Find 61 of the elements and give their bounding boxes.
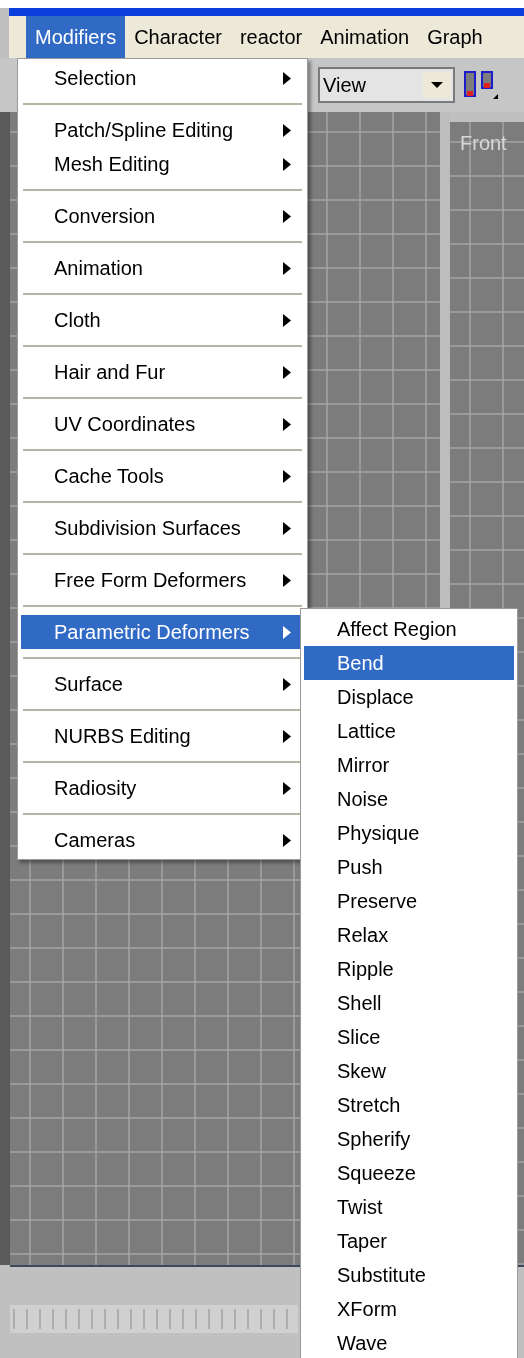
menu-item[interactable]: Cameras: [21, 823, 304, 857]
submenu-arrow-icon: [283, 469, 291, 483]
menu-bar-item[interactable]: Modifiers: [26, 16, 126, 58]
submenu-arrow-icon: [283, 71, 291, 85]
view-dropdown[interactable]: View: [318, 67, 455, 103]
submenu-item[interactable]: Preserve: [304, 884, 514, 918]
submenu-item[interactable]: Slice: [304, 1020, 514, 1054]
submenu-arrow-icon: [283, 417, 291, 431]
viewport-label: Front: [460, 131, 507, 156]
menu-item[interactable]: Subdivision Surfaces: [21, 511, 304, 545]
submenu-arrow-icon: [283, 781, 291, 795]
menu-item[interactable]: Animation: [21, 251, 304, 285]
submenu-item[interactable]: Stretch: [304, 1088, 514, 1122]
submenu-arrow-icon: [283, 365, 291, 379]
submenu-arrow-icon: [283, 123, 291, 137]
submenu-item[interactable]: Twist: [304, 1190, 514, 1224]
submenu-item[interactable]: Relax: [304, 918, 514, 952]
menu-item[interactable]: Cloth: [21, 303, 304, 337]
menu-item[interactable]: NURBS Editing: [21, 719, 304, 753]
menu-item[interactable]: Surface: [21, 667, 304, 701]
viewport-layout-icon[interactable]: [463, 69, 499, 101]
submenu-item[interactable]: Ripple: [304, 952, 514, 986]
menu-item[interactable]: Conversion: [21, 199, 304, 233]
menu-item[interactable]: Free Form Deformers: [21, 563, 304, 597]
submenu-item[interactable]: Taper: [304, 1224, 514, 1258]
submenu-arrow-icon: [283, 677, 291, 691]
submenu-item[interactable]: Physique: [304, 816, 514, 850]
menu-item[interactable]: Mesh Editing: [21, 147, 304, 181]
submenu-arrow-icon: [283, 261, 291, 275]
submenu-arrow-icon: [283, 625, 291, 639]
submenu-arrow-icon: [283, 157, 291, 171]
menu-item[interactable]: Patch/Spline Editing: [21, 113, 304, 147]
submenu-item[interactable]: Squeeze: [304, 1156, 514, 1190]
menu-item[interactable]: Selection: [21, 61, 304, 95]
menu-item[interactable]: Radiosity: [21, 771, 304, 805]
submenu-item[interactable]: Spherify: [304, 1122, 514, 1156]
submenu-item[interactable]: Substitute: [304, 1258, 514, 1292]
submenu-arrow-icon: [283, 729, 291, 743]
submenu-arrow-icon: [283, 521, 291, 535]
submenu-arrow-icon: [283, 833, 291, 847]
submenu-item[interactable]: Displace: [304, 680, 514, 714]
submenu-arrow-icon: [283, 313, 291, 327]
submenu-item[interactable]: Wave: [304, 1326, 514, 1358]
submenu-item[interactable]: Skew: [304, 1054, 514, 1088]
menu-bar-item[interactable]: Graph: [418, 16, 492, 58]
submenu-item[interactable]: Lattice: [304, 714, 514, 748]
submenu-item[interactable]: Mirror: [304, 748, 514, 782]
submenu-item[interactable]: Bend: [304, 646, 514, 680]
submenu-arrow-icon: [283, 573, 291, 587]
submenu-item[interactable]: XForm: [304, 1292, 514, 1326]
menu-item[interactable]: Hair and Fur: [21, 355, 304, 389]
submenu-item[interactable]: Affect Region: [304, 612, 514, 646]
menu-item[interactable]: Cache Tools: [21, 459, 304, 493]
submenu-item[interactable]: Shell: [304, 986, 514, 1020]
menu-item[interactable]: UV Coordinates: [21, 407, 304, 441]
submenu-item[interactable]: Push: [304, 850, 514, 884]
menu-bar-item[interactable]: Animation: [311, 16, 419, 58]
submenu-arrow-icon: [283, 209, 291, 223]
menu-bar-item[interactable]: Character: [125, 16, 231, 58]
menu-bar-item[interactable]: reactor: [230, 16, 312, 58]
submenu-item[interactable]: Noise: [304, 782, 514, 816]
